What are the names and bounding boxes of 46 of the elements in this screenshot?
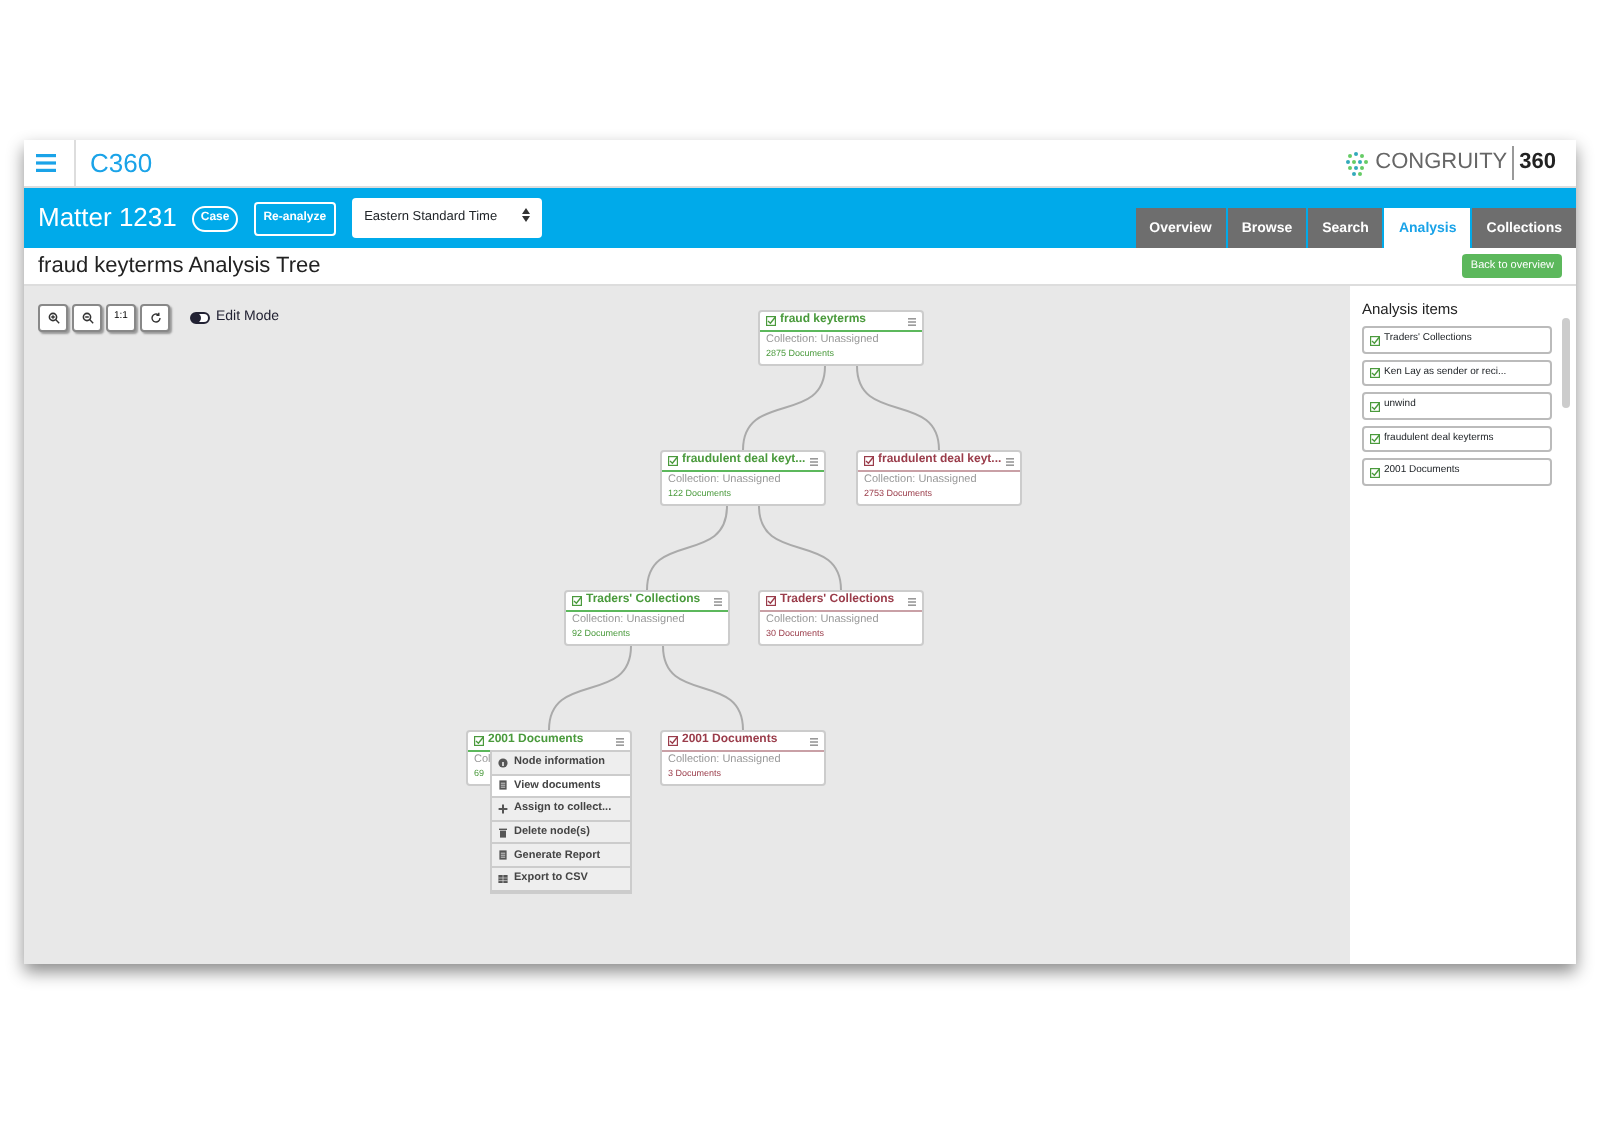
connector-line xyxy=(548,645,632,731)
menu-icon[interactable] xyxy=(908,597,916,606)
zoom-out-button[interactable] xyxy=(72,304,102,332)
refresh-button[interactable] xyxy=(140,304,170,332)
connector-line xyxy=(662,645,744,731)
zoom-in-icon xyxy=(47,312,59,324)
checkbox[interactable] xyxy=(1370,467,1380,477)
checkbox-icon[interactable] xyxy=(864,456,874,467)
logo-icon xyxy=(1343,149,1372,177)
checkbox-icon[interactable] xyxy=(766,596,776,607)
updown-arrows-icon xyxy=(522,208,531,223)
trash-icon xyxy=(498,827,508,838)
checkbox-icon[interactable] xyxy=(572,596,582,607)
connector-line xyxy=(856,365,940,451)
plus-icon xyxy=(498,803,508,814)
menu-icon[interactable] xyxy=(616,737,624,746)
checkbox-icon[interactable] xyxy=(668,736,678,747)
checkbox[interactable] xyxy=(1370,434,1380,444)
connector-line xyxy=(758,505,842,591)
refresh-icon xyxy=(149,312,161,324)
toggle-switch[interactable] xyxy=(190,312,210,324)
info-icon xyxy=(498,757,508,768)
zoom-out-icon xyxy=(81,312,93,324)
zoom-in-button[interactable] xyxy=(38,304,68,332)
table-icon xyxy=(498,873,508,884)
checkbox-icon[interactable] xyxy=(766,316,776,327)
connector-line xyxy=(646,505,728,591)
checkbox[interactable] xyxy=(1370,335,1380,345)
matter-title: Matter 1231 xyxy=(38,200,177,237)
document-icon xyxy=(498,850,508,861)
menu-icon[interactable] xyxy=(1006,457,1014,466)
page-title: fraud keyterms Analysis Tree xyxy=(38,251,321,282)
logo-text: CONGRUITY xyxy=(1375,148,1508,179)
checkbox-icon[interactable] xyxy=(474,736,484,747)
logo-number: 360 xyxy=(1511,146,1556,180)
menu-icon[interactable] xyxy=(714,597,722,606)
checkbox[interactable] xyxy=(1370,368,1380,378)
checkbox-icon[interactable] xyxy=(668,456,678,467)
scrollbar[interactable] xyxy=(1562,318,1570,408)
connector-line xyxy=(742,365,826,451)
menu-icon[interactable] xyxy=(810,457,818,466)
document-icon xyxy=(498,780,508,791)
app-title: C360 xyxy=(88,145,153,182)
checkbox[interactable] xyxy=(1370,401,1380,411)
menu-icon[interactable] xyxy=(908,317,916,326)
menu-icon[interactable] xyxy=(810,737,818,746)
